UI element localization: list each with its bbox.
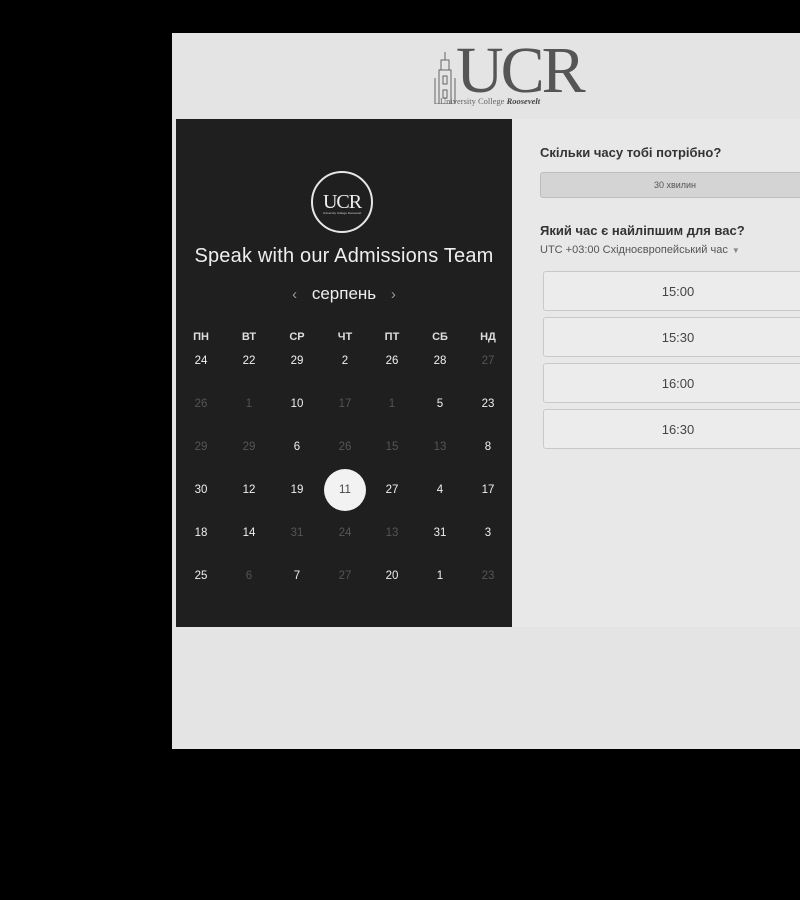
calendar-day[interactable]: 8: [468, 427, 508, 467]
caret-down-icon: ▼: [731, 246, 740, 255]
calendar-day[interactable]: 5: [420, 384, 460, 424]
calendar-day[interactable]: 29: [277, 341, 317, 381]
calendar-day[interactable]: 20: [372, 556, 412, 596]
chevron-left-icon[interactable]: ‹: [292, 286, 297, 303]
calendar-day[interactable]: 4: [420, 470, 460, 510]
calendar-day: 26: [194, 398, 208, 410]
timezone-label: UTC +03:00 Східноєвропейський час: [540, 244, 728, 256]
calendar-day: 29: [242, 441, 256, 453]
calendar-day[interactable]: 14: [229, 513, 269, 553]
calendar-day-selected[interactable]: 11: [324, 469, 366, 511]
logo-subtitle: University College Roosevelt: [440, 96, 541, 106]
duration-selector[interactable]: 30 хвилин: [540, 172, 800, 198]
calendar-day[interactable]: 1: [420, 556, 460, 596]
calendar-day: 13: [385, 527, 399, 539]
calendar-day: 26: [338, 441, 352, 453]
calendar-day: 27: [338, 570, 352, 582]
calendar-day[interactable]: 7: [277, 556, 317, 596]
calendar-day[interactable]: 6: [277, 427, 317, 467]
calendar-day[interactable]: 27: [372, 470, 412, 510]
calendar-day: 6: [245, 570, 253, 582]
calendar-day: 23: [481, 570, 495, 582]
badge-subtitle: University College Roosevelt: [322, 211, 362, 215]
calendar-day[interactable]: 31: [420, 513, 460, 553]
calendar-day[interactable]: 3: [468, 513, 508, 553]
time-slot-button[interactable]: 15:00: [543, 271, 800, 311]
calendar-day[interactable]: 10: [277, 384, 317, 424]
calendar-day[interactable]: 12: [229, 470, 269, 510]
calendar-day: 1: [388, 398, 396, 410]
calendar-day: 27: [481, 355, 495, 367]
calendar-day: 1: [245, 398, 253, 410]
calendar-day[interactable]: 26: [372, 341, 412, 381]
ucr-logo: UCR University College Roosevelt: [434, 36, 592, 108]
month-label: серпень: [311, 284, 377, 303]
calendar-day[interactable]: 2: [325, 341, 365, 381]
calendar-day[interactable]: 28: [420, 341, 460, 381]
calendar-day[interactable]: 23: [468, 384, 508, 424]
time-slot-button[interactable]: 16:00: [543, 363, 800, 403]
chevron-right-icon[interactable]: ›: [391, 286, 396, 303]
booking-panel: Скільки часу тобі потрібно? 30 хвилин Як…: [512, 119, 800, 627]
calendar-day: 15: [385, 441, 399, 453]
calendar-day[interactable]: 19: [277, 470, 317, 510]
calendar-day: 29: [194, 441, 208, 453]
calendar-day[interactable]: 30: [181, 470, 221, 510]
calendar-panel: UCR University College Roosevelt Speak w…: [176, 119, 512, 627]
calendar-day: 17: [338, 398, 352, 410]
calendar-day[interactable]: 18: [181, 513, 221, 553]
timezone-selector[interactable]: UTC +03:00 Східноєвропейський час ▼: [540, 244, 740, 256]
calendar-day[interactable]: 22: [229, 341, 269, 381]
calendar-day[interactable]: 25: [181, 556, 221, 596]
calendar-day: 13: [433, 441, 447, 453]
calendar-day[interactable]: 17: [468, 470, 508, 510]
month-navigator: ‹ серпень ›: [176, 284, 512, 304]
duration-question: Скільки часу тобі потрібно?: [540, 145, 722, 160]
calendar-day[interactable]: 24: [181, 341, 221, 381]
panel-heading: Speak with our Admissions Team: [194, 245, 494, 267]
calendar-day: 31: [290, 527, 304, 539]
time-question: Який час є найліпшим для вас?: [540, 223, 745, 238]
time-slot-button[interactable]: 16:30: [543, 409, 800, 449]
ucr-badge: UCR University College Roosevelt: [311, 171, 373, 233]
time-slot-button[interactable]: 15:30: [543, 317, 800, 357]
calendar-day: 24: [338, 527, 352, 539]
